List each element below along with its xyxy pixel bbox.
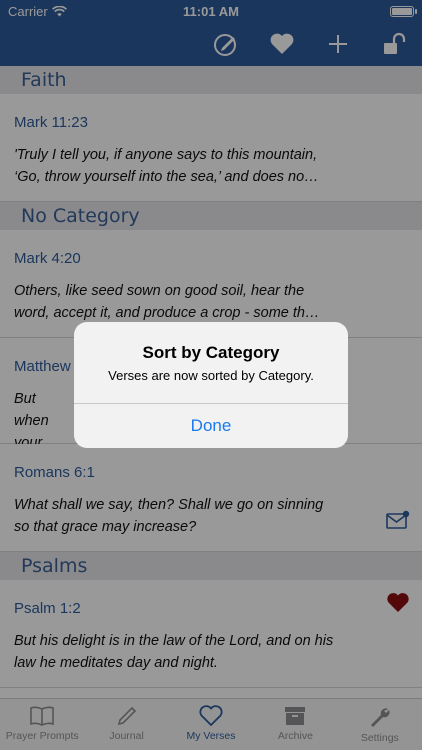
alert-dialog: Sort by Category Verses are now sorted b… — [74, 322, 348, 448]
alert-title: Sort by Category — [142, 343, 280, 362]
done-button[interactable]: Done — [74, 404, 348, 448]
app-window: Carrier 11:01 AM Faith Mark 11:23 'Truly… — [0, 0, 422, 750]
alert-message: Verses are now sorted by Category. — [108, 368, 314, 383]
